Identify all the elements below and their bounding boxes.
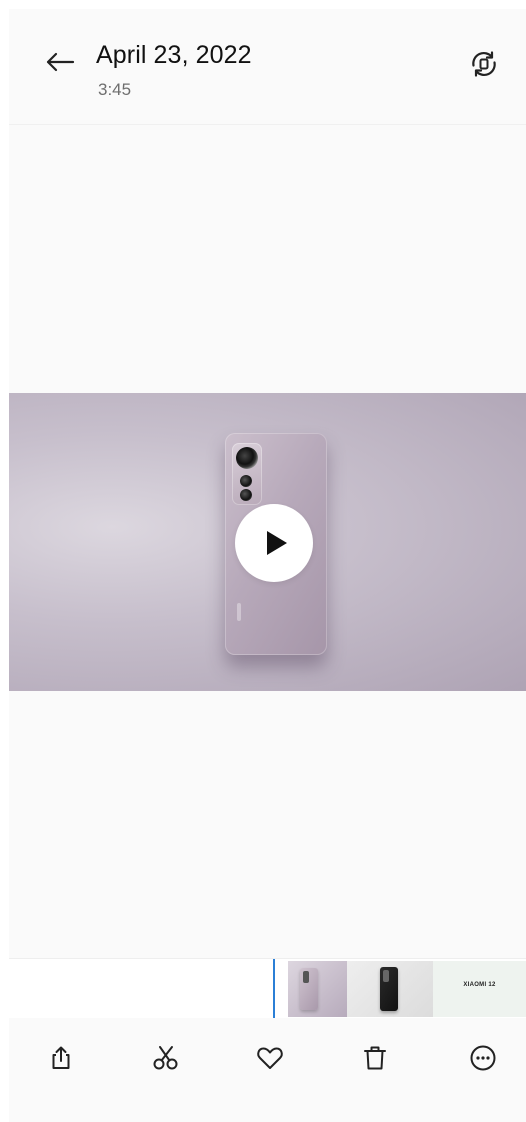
delete-button[interactable] [355,1038,395,1078]
photo-thumbnail-black-phone[interactable] [347,961,433,1017]
phone-image [380,967,398,1011]
play-icon [266,531,287,555]
camera-lens [236,447,258,469]
rotate-screen-button[interactable] [467,47,501,81]
playhead-marker [273,959,275,1019]
phone-logo [237,603,241,621]
camera-lens [240,475,252,487]
arrow-left-icon [46,52,75,72]
top-bar: April 23, 2022 3:45 [9,9,526,125]
share-button[interactable] [41,1038,81,1078]
favorite-button[interactable] [250,1038,290,1078]
gallery-viewer: April 23, 2022 3:45 XIAOMI 12 [9,9,526,1122]
thumbnail-strip[interactable]: XIAOMI 12 [9,958,526,1019]
video-duration: 3:45 [98,80,132,99]
video-thumbnail-current[interactable] [288,961,347,1017]
cut-button[interactable] [146,1038,186,1078]
more-button[interactable] [463,1038,503,1078]
video-preview[interactable] [9,393,526,691]
share-icon [52,1046,70,1069]
heart-icon [257,1047,283,1069]
scissors-icon [153,1046,178,1070]
more-icon [470,1045,496,1071]
phone-image [300,968,318,1010]
action-toolbar [9,1018,526,1098]
play-button[interactable] [235,504,313,582]
camera-module [232,443,262,505]
trash-icon [364,1046,386,1070]
rotate-screen-icon [472,51,496,77]
photo-thumbnail-xiaomi[interactable]: XIAOMI 12 [433,961,526,1017]
back-button[interactable] [42,47,78,77]
thumbnail-brand-text: XIAOMI 12 [463,982,496,988]
page-title: April 23, 2022 [96,41,252,69]
camera-lens [240,489,252,501]
